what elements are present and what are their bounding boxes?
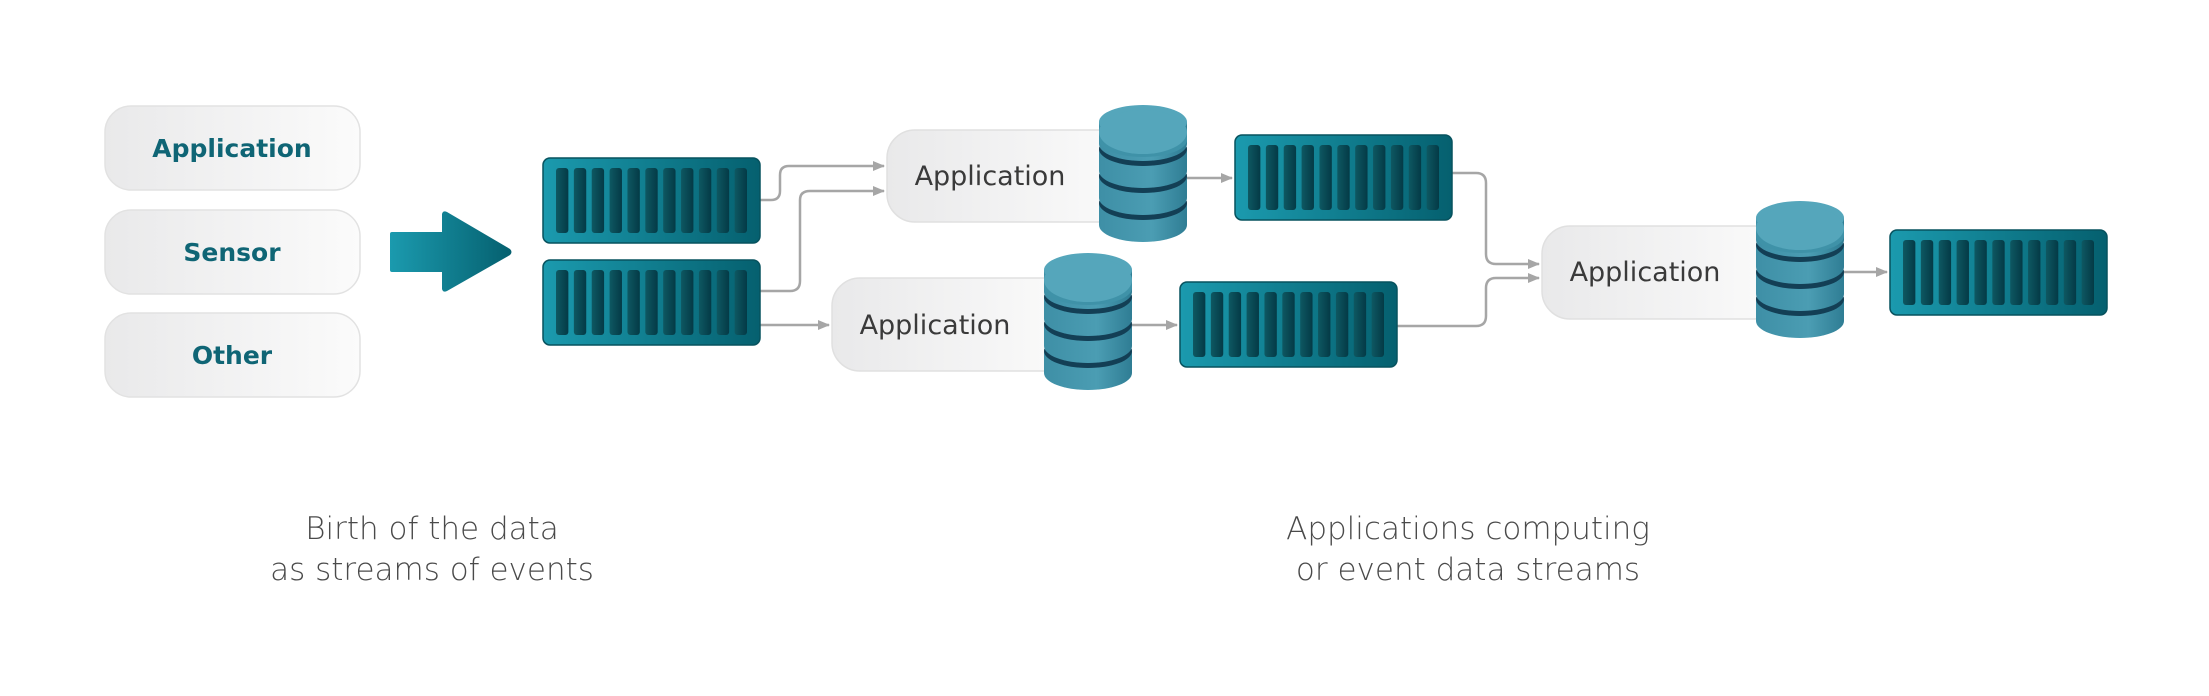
stream-segment <box>1390 145 1404 210</box>
application-label: Application <box>915 161 1066 192</box>
stream-segment <box>1246 292 1259 357</box>
database-top <box>1756 206 1844 250</box>
stream-segment <box>1974 240 1987 305</box>
stream-segment <box>645 168 658 233</box>
source-pill-sensor: Sensor <box>104 209 361 295</box>
source-label: Application <box>152 134 311 163</box>
stream-segment <box>1426 145 1439 210</box>
stream-segment <box>1355 145 1368 210</box>
stream-segment <box>663 168 676 233</box>
connector-stream-c-to-app-right <box>1452 171 1540 269</box>
stream-segment <box>573 168 587 233</box>
event-stream-icon <box>1234 134 1453 221</box>
application-right: Application <box>1541 225 1783 320</box>
stream-layer <box>542 134 2108 368</box>
stream-segment <box>1318 292 1331 357</box>
stream-segment <box>1265 145 1279 210</box>
caption-left-line1: Birth of the data <box>305 511 559 547</box>
stream-segment <box>1938 240 1952 305</box>
connector-stream-d-to-app-right <box>1397 273 1540 328</box>
stream-segment <box>1319 145 1332 210</box>
stream-segment <box>1956 240 1969 305</box>
stream-segment <box>1903 240 1916 305</box>
database-icon <box>1756 201 1844 338</box>
application-label: Application <box>1570 257 1721 288</box>
application-label: Application <box>860 310 1011 341</box>
stream-segment <box>1210 292 1224 357</box>
stream-segment <box>1408 145 1422 210</box>
stream-segment <box>2063 240 2077 305</box>
stream-segment <box>681 270 694 335</box>
database-icon <box>1099 105 1187 242</box>
connector-stream-b-to-app-top <box>760 186 885 293</box>
stream-segment <box>645 270 658 335</box>
database-top <box>1044 258 1132 302</box>
event-stream-icon <box>542 259 761 346</box>
stream-segment <box>2028 240 2041 305</box>
stream-segment <box>1337 145 1350 210</box>
connector-stream-a-to-app-top <box>760 161 885 202</box>
caption-left: Birth of the data as streams of events <box>270 511 594 588</box>
database-icon <box>1044 253 1132 390</box>
stream-segment <box>2010 240 2023 305</box>
stream-segment <box>556 270 569 335</box>
stream-segment <box>698 270 712 335</box>
source-pill-other: Other <box>104 312 361 398</box>
event-stream-icon <box>1179 281 1398 368</box>
stream-segment <box>1920 240 1934 305</box>
stream-segment <box>1373 145 1386 210</box>
caption-right-line2: or event data streams <box>1296 552 1640 588</box>
stream-segment <box>1193 292 1206 357</box>
stream-segment <box>609 270 622 335</box>
stream-segment <box>573 270 587 335</box>
stream-segment <box>663 270 676 335</box>
stream-segment <box>1228 292 1242 357</box>
stream-segment <box>1992 240 2005 305</box>
event-stream-icon <box>542 157 761 244</box>
stream-segment <box>556 168 569 233</box>
stream-segment <box>1248 145 1261 210</box>
source-pill-application: Application <box>104 105 361 191</box>
stream-segment <box>2045 240 2059 305</box>
stream-segment <box>627 270 640 335</box>
stream-segment <box>1283 145 1297 210</box>
application-bottom: Application <box>831 277 1073 372</box>
stream-segment <box>591 270 605 335</box>
right-arrow-icon <box>390 211 512 292</box>
source-label: Other <box>192 341 273 370</box>
stream-segment <box>609 168 622 233</box>
stream-segment <box>681 168 694 233</box>
stream-segment <box>1335 292 1349 357</box>
stream-segment <box>1371 292 1384 357</box>
source-label: Sensor <box>183 238 281 267</box>
stream-processing-diagram: Application Sensor Other Application App… <box>104 105 2108 588</box>
stream-segment <box>716 168 730 233</box>
stream-segment <box>1300 292 1313 357</box>
stream-segment <box>627 168 640 233</box>
database-top <box>1099 110 1187 154</box>
stream-segment <box>734 168 747 233</box>
stream-segment <box>591 168 605 233</box>
caption-left-line2: as streams of events <box>270 552 594 588</box>
stream-segment <box>1282 292 1295 357</box>
stream-segment <box>1301 145 1314 210</box>
application-top: Application <box>886 129 1128 223</box>
stream-segment <box>734 270 747 335</box>
source-list: Application Sensor Other <box>104 105 361 398</box>
caption-right: Applications computing or event data str… <box>1286 511 1650 588</box>
stream-segment <box>1353 292 1367 357</box>
caption-right-line1: Applications computing <box>1286 511 1650 547</box>
stream-segment <box>2081 240 2094 305</box>
stream-segment <box>1264 292 1277 357</box>
stream-segment <box>716 270 730 335</box>
event-stream-icon <box>1889 229 2108 316</box>
stream-segment <box>698 168 712 233</box>
